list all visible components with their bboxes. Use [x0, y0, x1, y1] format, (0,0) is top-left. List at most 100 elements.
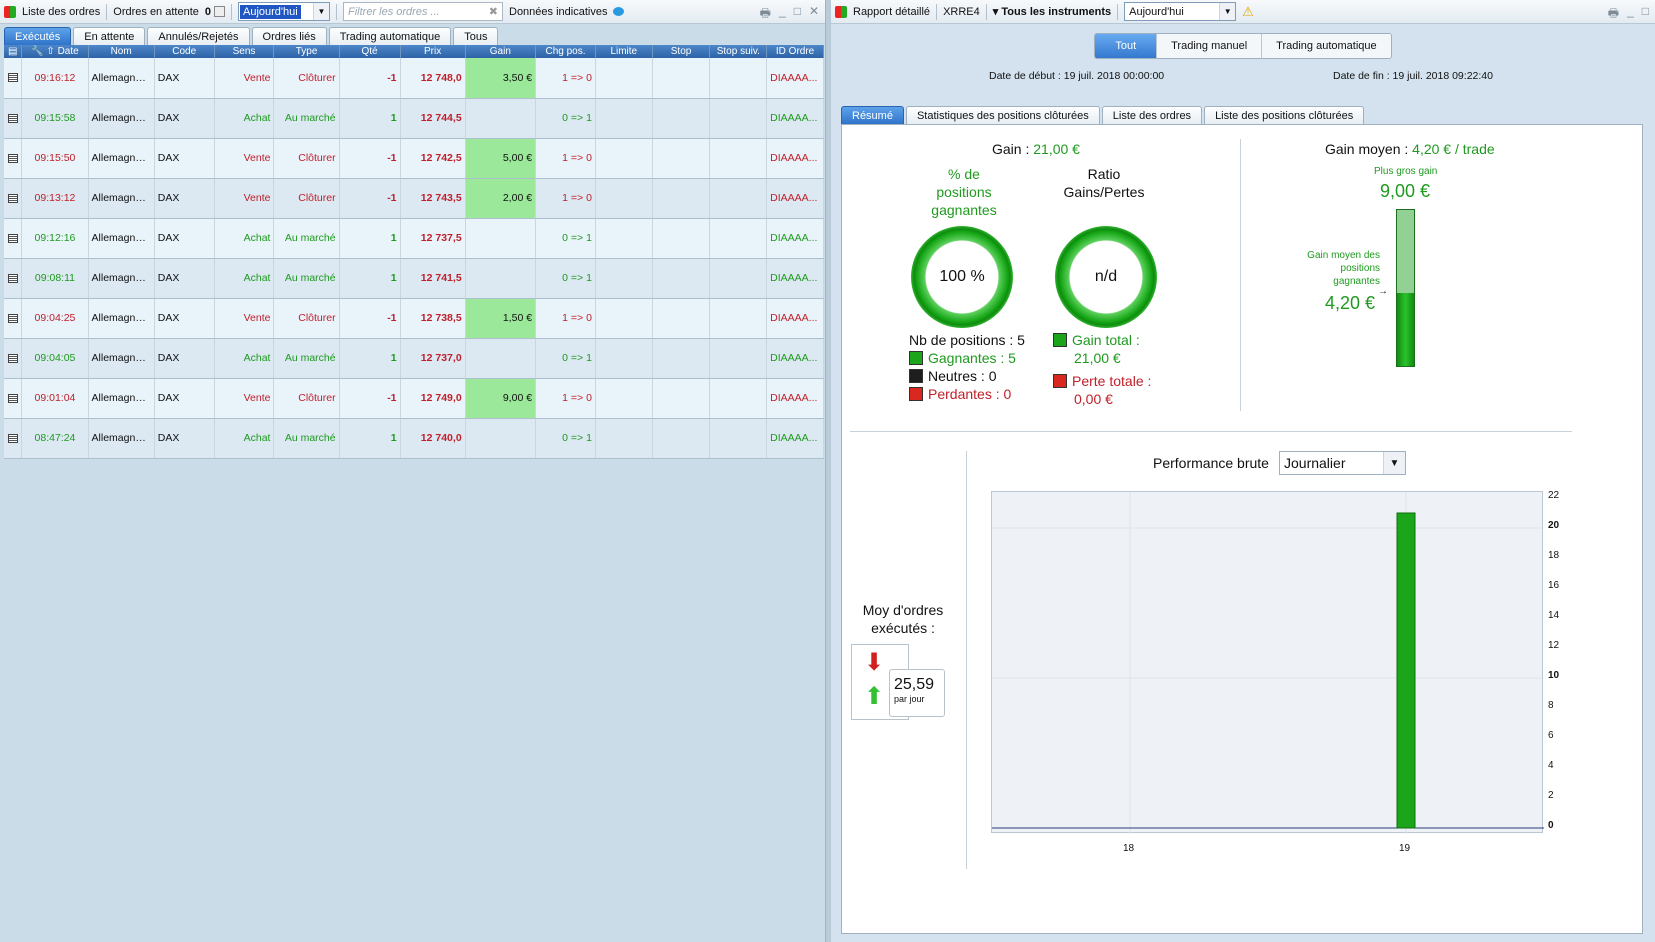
cell-position-change: 1 => 0 — [535, 58, 596, 99]
x-tick-label: 18 — [1123, 843, 1135, 854]
row-icon-cell — [4, 58, 23, 99]
table-row[interactable]: 09:15:58 Allemagne ... DAX Achat Au marché 1 1… — [4, 98, 824, 139]
instruments-dropdown[interactable]: ▾ Tous les instruments — [993, 5, 1111, 18]
minimize-icon[interactable]: _ — [1627, 4, 1634, 25]
arrow-down-icon: ⬇ — [864, 649, 885, 676]
cell-name: Allemagne ... — [88, 418, 155, 459]
row-details-icon[interactable] — [7, 353, 18, 363]
cell-trailing-stop — [709, 298, 768, 339]
row-details-icon[interactable] — [7, 193, 18, 203]
clear-filter-icon[interactable]: ✖ — [489, 5, 498, 18]
column-gain[interactable]: Gain — [465, 45, 537, 58]
start-date-value: 19 juil. 2018 00:00:00 — [1063, 70, 1165, 82]
maximize-icon[interactable]: □ — [794, 4, 801, 25]
column-name[interactable]: Nom — [88, 45, 155, 58]
avg-orders-value: 25,59 — [894, 676, 935, 693]
row-details-icon[interactable] — [7, 393, 18, 403]
tab-cancelled[interactable]: Annulés/Rejetés — [147, 27, 250, 45]
column-position-change[interactable]: Chg pos. — [535, 45, 596, 58]
column-order-id[interactable]: ID Ordre — [766, 45, 824, 58]
cell-trailing-stop — [709, 218, 768, 259]
minimize-icon[interactable]: _ — [779, 4, 786, 25]
column-stop[interactable]: Stop — [652, 45, 711, 58]
table-row[interactable]: 09:01:04 Allemagne ... DAX Vente Clôturer -1 1… — [4, 378, 824, 419]
performance-chart-svg — [992, 492, 1544, 834]
window-controls: 🖶 _ □ — [1608, 4, 1649, 25]
column-code[interactable]: Code — [154, 45, 215, 58]
row-details-icon[interactable] — [7, 113, 18, 123]
tab-executed[interactable]: Exécutés — [4, 27, 72, 45]
column-trailing-stop[interactable]: Stop suiv. — [709, 45, 768, 58]
tab-closed-stats[interactable]: Statistiques des positions clôturées — [905, 106, 1100, 124]
table-row[interactable]: 09:04:05 Allemagne ... DAX Achat Au marché 1 1… — [4, 338, 824, 379]
print-icon[interactable]: 🖶 — [1608, 4, 1619, 25]
column-qty[interactable]: Qté — [339, 45, 401, 58]
cell-gain: 2,00 € — [465, 178, 537, 219]
pending-clear-icon[interactable] — [214, 6, 225, 17]
cell-name: Allemagne ... — [88, 98, 155, 139]
winners-count: Gagnantes : 5 — [928, 350, 1016, 366]
vertical-divider — [1240, 139, 1241, 411]
table-row[interactable]: 09:15:50 Allemagne ... DAX Vente Clôturer -1 1… — [4, 138, 824, 179]
table-row[interactable]: 09:13:12 Allemagne ... DAX Vente Clôturer -1 1… — [4, 178, 824, 219]
table-row[interactable]: 09:12:16 Allemagne ... DAX Achat Au marché 1 1… — [4, 218, 824, 259]
table-row[interactable]: 09:04:25 Allemagne ... DAX Vente Clôturer -1 1… — [4, 298, 824, 339]
cell-code: DAX — [154, 378, 215, 419]
print-icon[interactable]: 🖶 — [760, 4, 771, 25]
chevron-down-icon[interactable]: ▼ — [1383, 452, 1405, 474]
cell-gain: 3,50 € — [465, 58, 537, 99]
segment-auto[interactable]: Trading automatique — [1262, 34, 1390, 58]
segment-all[interactable]: Tout — [1095, 34, 1158, 58]
chevron-down-icon[interactable]: ▼ — [313, 3, 329, 20]
tab-auto-trading[interactable]: Trading automatique — [328, 27, 452, 45]
row-details-icon[interactable] — [7, 233, 18, 243]
columns-icon[interactable]: ▤ — [4, 45, 23, 58]
info-bubble-icon[interactable] — [613, 7, 625, 16]
row-details-icon[interactable] — [7, 433, 18, 443]
row-details-icon[interactable] — [7, 73, 18, 83]
row-details-icon[interactable] — [7, 313, 18, 323]
column-limit[interactable]: Limite — [595, 45, 653, 58]
maximize-icon[interactable]: □ — [1642, 4, 1649, 25]
table-row[interactable]: 09:08:11 Allemagne ... DAX Achat Au marché 1 1… — [4, 258, 824, 299]
table-row[interactable]: 09:16:12 Allemagne ... DAX Vente Clôturer -1 1… — [4, 58, 824, 99]
cell-order-id: DIAAAA... — [766, 418, 824, 459]
cell-price: 12 740,0 — [400, 418, 466, 459]
cell-code: DAX — [154, 98, 215, 139]
column-type[interactable]: Type — [273, 45, 340, 58]
cell-qty: 1 — [339, 418, 401, 459]
warning-icon[interactable]: ⚠ — [1242, 4, 1254, 20]
cell-type: Au marché — [273, 98, 340, 139]
table-row[interactable]: 08:47:24 Allemagne ... DAX Achat Au marché 1 1… — [4, 418, 824, 459]
close-icon[interactable]: ✕ — [809, 4, 819, 25]
report-period-select[interactable]: Aujourd'hui ▼ — [1124, 2, 1237, 21]
cell-limit — [595, 58, 653, 99]
winning-pct-donut: 100 % — [911, 226, 1013, 328]
column-date[interactable]: 🔧 ⇧ Date — [21, 45, 89, 58]
tab-pending[interactable]: En attente — [73, 27, 146, 45]
cell-limit — [595, 98, 653, 139]
row-details-icon[interactable] — [7, 153, 18, 163]
perf-period-select[interactable]: Journalier ▼ — [1279, 451, 1406, 475]
filter-orders-input[interactable]: Filtrer les ordres ... ✖ — [343, 2, 503, 21]
column-price[interactable]: Prix — [400, 45, 466, 58]
cell-side: Achat — [214, 258, 275, 299]
cell-trailing-stop — [709, 178, 768, 219]
period-select[interactable]: Aujourd'hui ▼ — [238, 2, 330, 21]
cell-name: Allemagne ... — [88, 298, 155, 339]
cell-trailing-stop — [709, 258, 768, 299]
positions-count: Nb de positions : 5 — [909, 332, 1025, 348]
bar-19[interactable] — [1396, 512, 1416, 829]
segment-manual[interactable]: Trading manuel — [1157, 34, 1263, 58]
cell-side: Achat — [214, 218, 275, 259]
pending-orders-label[interactable]: Ordres en attente — [113, 6, 199, 18]
tab-closed-positions[interactable]: Liste des positions clôturées — [1204, 106, 1365, 124]
tab-all[interactable]: Tous — [453, 27, 499, 45]
chevron-down-icon[interactable]: ▼ — [1219, 3, 1236, 20]
tab-summary[interactable]: Résumé — [841, 106, 904, 124]
cell-qty: -1 — [339, 58, 401, 99]
tab-linked[interactable]: Ordres liés — [251, 27, 327, 45]
tab-order-list[interactable]: Liste des ordres — [1101, 106, 1203, 124]
column-side[interactable]: Sens — [214, 45, 275, 58]
row-details-icon[interactable] — [7, 273, 18, 283]
